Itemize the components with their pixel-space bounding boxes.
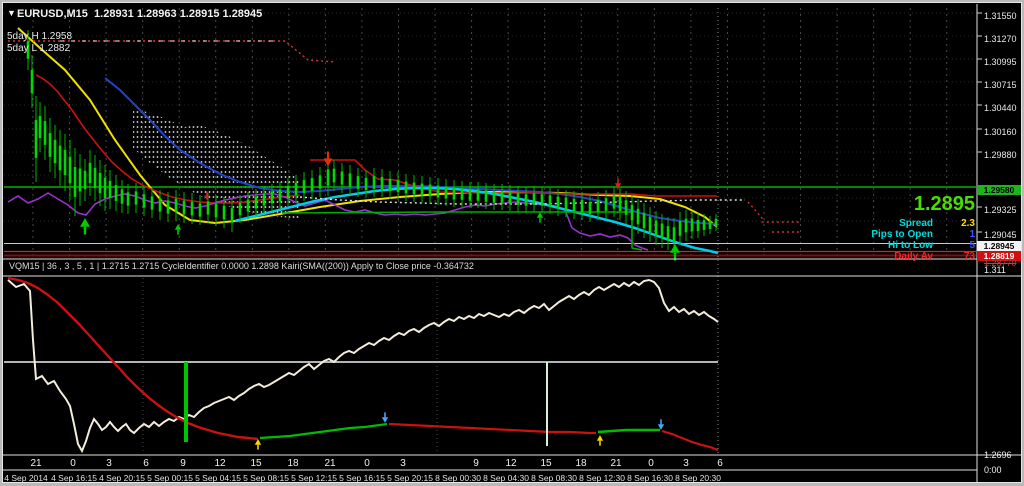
date-tick-label: 8 Sep 20:30 bbox=[675, 473, 721, 483]
vq-red-1 bbox=[7, 276, 259, 441]
hour-tick-label: 15 bbox=[540, 458, 552, 469]
chart-window[interactable]: ▼ EURUSD,M15 1.28931 1.28963 1.28915 1.2… bbox=[2, 2, 1022, 483]
hour-tick-label: 21 bbox=[610, 458, 622, 469]
hour-tick-label: 6 bbox=[143, 458, 149, 469]
hour-tick-label: 3 bbox=[683, 458, 689, 469]
info-value: 1 bbox=[969, 229, 975, 240]
current-price-readout: 1.2895 bbox=[913, 193, 975, 215]
hour-tick-label: 12 bbox=[214, 458, 226, 469]
up-arrow-icon bbox=[80, 217, 90, 227]
vq-green-2 bbox=[597, 428, 660, 434]
info-row-hi-to-low: Hi to Low 5 bbox=[775, 240, 975, 251]
date-tick-label: 8 Sep 00:30 bbox=[435, 473, 481, 483]
vq-red-3 bbox=[661, 429, 719, 452]
hour-tick-label: 0 bbox=[70, 458, 76, 469]
red-dotted-top bbox=[8, 40, 336, 63]
vq-green-1 bbox=[259, 422, 388, 440]
info-label: Hi to Low bbox=[888, 240, 933, 251]
date-tick-label: 5 Sep 16:15 bbox=[339, 473, 385, 483]
down-arrow-icon bbox=[323, 158, 333, 167]
kairi-white bbox=[7, 278, 719, 454]
hour-tick-label: 3 bbox=[400, 458, 406, 469]
info-label: Daily Av bbox=[894, 251, 933, 262]
price-marker-box: 1.29580 bbox=[977, 185, 1021, 195]
hour-tick-label: 18 bbox=[575, 458, 587, 469]
up-arrow-icon bbox=[254, 439, 262, 445]
info-row-spread: Spread 2.3 bbox=[775, 218, 975, 229]
info-label: Pips to Open bbox=[871, 229, 933, 240]
date-tick-label: 5 Sep 04:15 bbox=[195, 473, 241, 483]
hour-tick-label: 21 bbox=[324, 458, 336, 469]
date-tick-label: 4 Sep 20:15 bbox=[99, 473, 145, 483]
date-tick-label: 8 Sep 16:30 bbox=[627, 473, 673, 483]
date-tick-label: 4 Sep 16:15 bbox=[51, 473, 97, 483]
hour-tick-label: 3 bbox=[106, 458, 112, 469]
date-tick-label: 4 Sep 2014 bbox=[4, 473, 48, 483]
info-value: 2.3 bbox=[961, 218, 975, 229]
date-tick-label: 5 Sep 08:15 bbox=[243, 473, 289, 483]
hour-tick-label: 6 bbox=[717, 458, 723, 469]
date-tick-label: 5 Sep 12:15 bbox=[291, 473, 337, 483]
up-arrow-icon bbox=[670, 243, 680, 253]
hour-tick-label: 18 bbox=[287, 458, 299, 469]
info-label: Spread bbox=[899, 218, 933, 229]
hour-tick-label: 21 bbox=[30, 458, 42, 469]
date-tick-label: 8 Sep 04:30 bbox=[483, 473, 529, 483]
green-support bbox=[281, 211, 643, 251]
hour-tick-label: 9 bbox=[180, 458, 186, 469]
price-marker-box: 1.28819 bbox=[977, 251, 1021, 261]
hour-tick-label: 15 bbox=[250, 458, 262, 469]
info-row-daily-av: Daily Av 73 bbox=[775, 251, 975, 262]
chart-menu-arrow-icon[interactable]: ▼ bbox=[7, 8, 16, 18]
date-tick-label: 5 Sep 00:15 bbox=[147, 473, 193, 483]
up-arrow-icon bbox=[174, 224, 182, 230]
vq-red-2 bbox=[388, 422, 596, 435]
down-arrow-icon bbox=[381, 417, 389, 423]
hour-tick-label: 0 bbox=[364, 458, 370, 469]
date-tick-label: 8 Sep 08:30 bbox=[531, 473, 577, 483]
up-arrow-icon bbox=[596, 435, 604, 441]
date-tick-label: 8 Sep 12:30 bbox=[579, 473, 625, 483]
hour-tick-label: 9 bbox=[473, 458, 479, 469]
terminal-window: ▼ EURUSD,M15 1.28931 1.28963 1.28915 1.2… bbox=[0, 0, 1024, 486]
cycle-spike bbox=[184, 362, 188, 442]
hour-tick-label: 0 bbox=[648, 458, 654, 469]
info-value: 5 bbox=[969, 240, 975, 251]
hour-tick-label: 12 bbox=[505, 458, 517, 469]
info-row-pips-to-open: Pips to Open 1 bbox=[775, 229, 975, 240]
date-tick-label: 5 Sep 20:15 bbox=[387, 473, 433, 483]
price-marker-box: 1.28945 bbox=[977, 241, 1021, 251]
cycle-spike bbox=[546, 362, 548, 446]
info-value: 73 bbox=[963, 251, 975, 262]
